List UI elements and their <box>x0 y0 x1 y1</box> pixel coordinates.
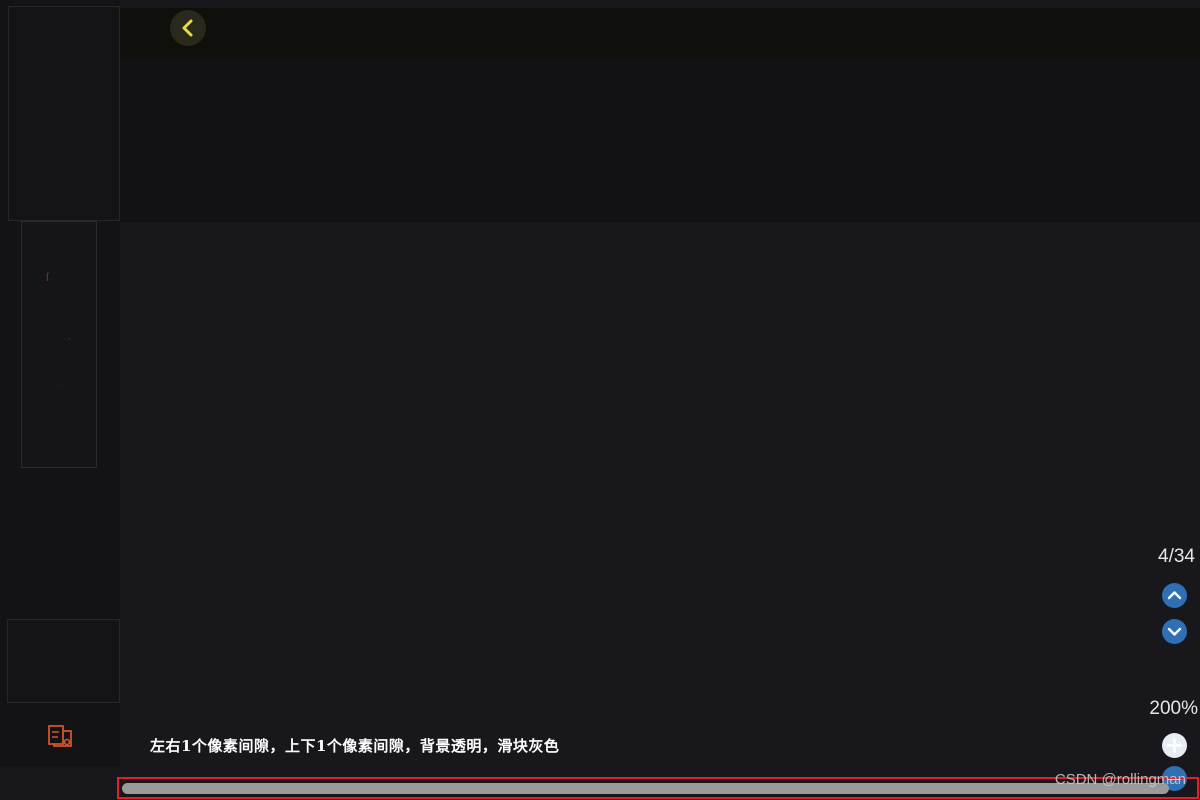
annotation-text: 左右1个像素间隙，上下1个像素间隙，背景透明，滑块灰色 <box>150 737 560 755</box>
scrollbar-thumb[interactable] <box>122 783 1169 794</box>
chevron-up-icon <box>1167 591 1182 600</box>
thumbnail-mark: ſ <box>46 270 49 284</box>
pdf-viewer: ſ , · 4/34 200% 左右1个像素间隙，上下1个像素间隙，背景透明，滑… <box>0 0 1200 800</box>
thumbnail-page-next[interactable] <box>7 619 120 703</box>
horizontal-scrollbar[interactable] <box>117 777 1199 799</box>
previous-page-button[interactable] <box>1162 583 1187 608</box>
top-toolbar <box>120 8 1200 57</box>
chevron-down-icon <box>1167 627 1182 636</box>
thumbnail-page-current[interactable]: ſ , · <box>21 221 97 468</box>
watermark: CSDN @rollingman <box>1054 771 1186 788</box>
zoom-level: 200% <box>1149 698 1198 719</box>
thumbnail-cover[interactable] <box>8 6 120 221</box>
thumbnail-mark: , <box>68 332 71 341</box>
page-header-area <box>120 57 1200 222</box>
document-tool-icon[interactable] <box>46 722 74 750</box>
thumbnail-mark: · <box>60 382 62 388</box>
thumbnail-sidebar: ſ , · <box>0 0 120 767</box>
zoom-in-button[interactable] <box>1162 733 1187 758</box>
page-indicator: 4/34 <box>1158 546 1195 567</box>
next-page-button[interactable] <box>1162 619 1187 644</box>
document-canvas[interactable] <box>120 222 1200 800</box>
chevron-left-icon <box>182 19 193 37</box>
plus-icon <box>1166 737 1183 754</box>
back-button[interactable] <box>170 10 206 46</box>
